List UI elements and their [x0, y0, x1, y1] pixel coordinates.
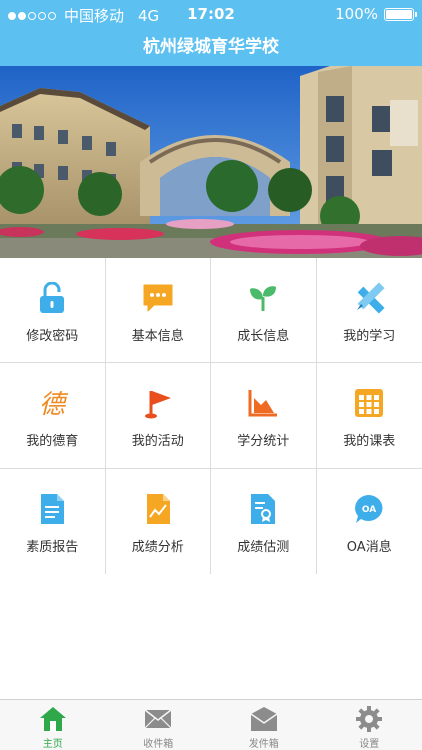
sprout-icon — [246, 281, 280, 315]
tab-label: 设置 — [359, 739, 380, 750]
trend-document-icon — [141, 492, 175, 526]
chat-icon — [141, 281, 175, 315]
tab-label: 收件箱 — [143, 739, 174, 750]
svg-text:OA: OA — [362, 505, 376, 515]
menu-item-basic-info[interactable]: 基本信息 — [105, 258, 211, 364]
ruler-pencil-icon — [352, 281, 386, 315]
document-icon — [35, 492, 69, 526]
menu-item-label: OA消息 — [346, 539, 392, 555]
school-banner-image — [0, 66, 422, 258]
menu-item-label: 我的课表 — [343, 433, 396, 449]
menu-item-label: 我的活动 — [131, 433, 184, 449]
gear-icon — [354, 705, 384, 733]
tab-home[interactable]: 主页 — [0, 700, 106, 750]
area-chart-icon — [246, 386, 280, 420]
tab-inbox[interactable]: 收件箱 — [106, 700, 212, 750]
tab-label: 发件箱 — [248, 739, 279, 750]
tab-settings[interactable]: 设置 — [317, 700, 422, 750]
menu-item-change-password[interactable]: 修改密码 — [0, 258, 106, 364]
battery-icon — [384, 7, 417, 21]
menu-item-credit-stats[interactable]: 学分统计 — [211, 363, 317, 469]
menu-item-grade-estimate[interactable]: 成绩估测 — [211, 468, 317, 574]
menu-item-label: 修改密码 — [26, 328, 79, 344]
flag-icon — [141, 386, 175, 420]
tab-outbox[interactable]: 发件箱 — [211, 700, 317, 750]
oa-bubble-icon: OA — [352, 492, 386, 526]
menu-item-quality-report[interactable]: 素质报告 — [0, 468, 106, 574]
svg-text:德: 德 — [39, 390, 68, 418]
mail-icon — [143, 705, 173, 733]
menu-item-label: 成绩估测 — [237, 539, 290, 555]
menu-item-my-study[interactable]: 我的学习 — [316, 258, 422, 364]
app-header: 中国移动 4G 17:02 100% 杭州绿城育华学校 — [0, 0, 422, 66]
menu-item-growth-info[interactable]: 成长信息 — [211, 258, 317, 364]
de-character-icon: 德 — [35, 386, 69, 420]
outbox-icon — [249, 705, 279, 733]
menu-item-grade-analysis[interactable]: 成绩分析 — [105, 468, 211, 574]
menu-item-label: 我的学习 — [343, 328, 396, 344]
certificate-icon — [246, 492, 280, 526]
menu-item-my-activities[interactable]: 我的活动 — [105, 363, 211, 469]
menu-item-label: 素质报告 — [26, 539, 79, 555]
menu-item-moral-education[interactable]: 德 我的德育 — [0, 363, 106, 469]
tab-label: 主页 — [42, 739, 63, 750]
status-right: 100% — [335, 5, 417, 23]
home-icon — [38, 705, 68, 733]
battery-percent: 100% — [335, 5, 378, 23]
menu-item-my-timetable[interactable]: 我的课表 — [316, 363, 422, 469]
menu-item-label: 我的德育 — [26, 433, 79, 449]
status-bar: 中国移动 4G 17:02 100% — [0, 0, 422, 28]
lock-icon — [35, 281, 69, 315]
menu-item-oa-messages[interactable]: OA OA消息 — [316, 468, 422, 574]
page-title: 杭州绿城育华学校 — [143, 37, 279, 57]
menu-item-label: 成长信息 — [237, 328, 290, 344]
bottom-tab-bar: 主页 收件箱 发件箱 设置 — [0, 699, 422, 750]
menu-item-label: 成绩分析 — [131, 539, 184, 555]
menu-item-label: 学分统计 — [237, 433, 290, 449]
menu-item-label: 基本信息 — [131, 328, 184, 344]
calendar-grid-icon — [352, 386, 386, 420]
feature-menu-grid: 修改密码 基本信息 成长信息 我的学习 德 我的德育 我的活动 学分统计 我的课… — [0, 258, 422, 574]
